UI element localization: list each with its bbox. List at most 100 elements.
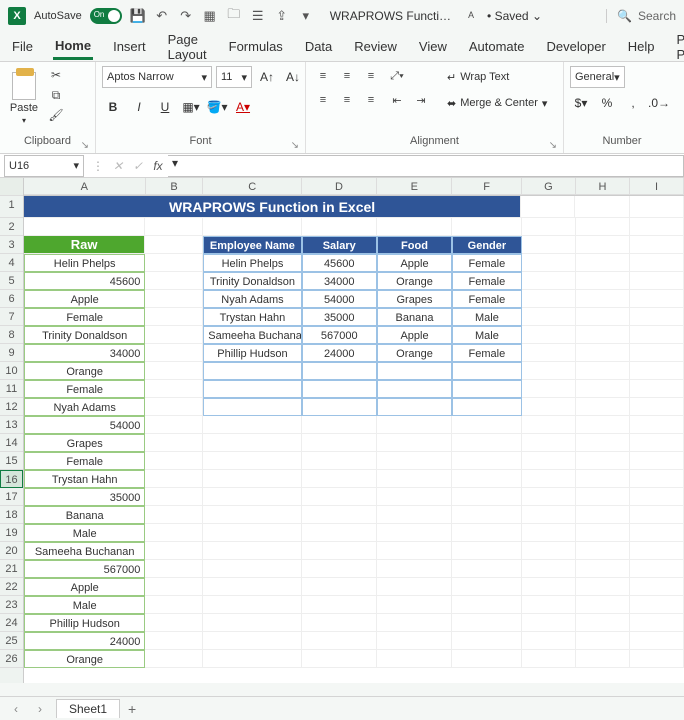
sheet-tab[interactable]: Sheet1: [56, 699, 120, 718]
font-size-select[interactable]: 11▾: [216, 66, 252, 88]
cell[interactable]: [145, 380, 203, 398]
col-header[interactable]: H: [576, 178, 630, 195]
cell[interactable]: [522, 218, 576, 236]
share-icon[interactable]: ⇪: [274, 8, 290, 24]
cell[interactable]: [576, 650, 630, 668]
cell[interactable]: 35000: [302, 308, 377, 326]
cell[interactable]: [452, 524, 521, 542]
cell[interactable]: [145, 254, 203, 272]
cell[interactable]: [145, 632, 203, 650]
formula-input[interactable]: ▾: [168, 155, 684, 177]
cell[interactable]: [576, 506, 630, 524]
increase-decimal-icon[interactable]: .0→: [648, 92, 670, 114]
cell[interactable]: 54000: [24, 416, 145, 434]
cell[interactable]: [452, 416, 521, 434]
cell[interactable]: [145, 470, 203, 488]
cell[interactable]: Female: [452, 290, 522, 308]
cell[interactable]: [145, 542, 203, 560]
cell[interactable]: [576, 416, 630, 434]
cell[interactable]: Nyah Adams: [24, 398, 145, 416]
cell[interactable]: [576, 452, 630, 470]
cell[interactable]: [576, 596, 630, 614]
cell[interactable]: [452, 452, 521, 470]
autosave-toggle[interactable]: On: [90, 8, 122, 24]
cell[interactable]: Orange: [24, 650, 145, 668]
cell[interactable]: Trystan Hahn: [203, 308, 301, 326]
align-left-icon[interactable]: ≡: [312, 90, 334, 110]
cell[interactable]: [630, 308, 684, 326]
cell[interactable]: 34000: [24, 344, 145, 362]
grid-icon[interactable]: ▦: [202, 8, 218, 24]
filter-icon[interactable]: ☰: [250, 8, 266, 24]
cell[interactable]: [302, 560, 377, 578]
undo-icon[interactable]: ↶: [154, 8, 170, 24]
cell[interactable]: [302, 488, 377, 506]
cell[interactable]: Raw: [24, 236, 145, 254]
cell[interactable]: [377, 434, 452, 452]
cell[interactable]: [203, 596, 301, 614]
cell[interactable]: [522, 416, 576, 434]
cell[interactable]: [576, 254, 630, 272]
cell[interactable]: [576, 362, 630, 380]
cell[interactable]: [377, 218, 452, 236]
cell[interactable]: [630, 290, 684, 308]
cell[interactable]: [452, 578, 521, 596]
row-header[interactable]: 25: [0, 632, 23, 650]
cell[interactable]: [145, 236, 203, 254]
cell[interactable]: 567000: [302, 326, 377, 344]
cell[interactable]: [630, 614, 684, 632]
cell[interactable]: [203, 578, 301, 596]
cell[interactable]: [145, 362, 203, 380]
cell[interactable]: Grapes: [24, 434, 145, 452]
borders-icon[interactable]: ▦▾: [180, 96, 202, 118]
cell[interactable]: [630, 362, 684, 380]
cell[interactable]: [452, 488, 521, 506]
cell[interactable]: Orange: [24, 362, 145, 380]
cell[interactable]: Orange: [377, 272, 452, 290]
cell[interactable]: [575, 196, 629, 218]
cell[interactable]: [522, 398, 576, 416]
cell[interactable]: [522, 560, 576, 578]
cell[interactable]: 54000: [302, 290, 377, 308]
accounting-icon[interactable]: $▾: [570, 92, 592, 114]
cell[interactable]: [377, 380, 452, 398]
cell[interactable]: Apple: [24, 290, 145, 308]
row-header[interactable]: 26: [0, 650, 23, 668]
cell[interactable]: [630, 542, 684, 560]
cell[interactable]: [203, 650, 301, 668]
cell[interactable]: Male: [452, 308, 522, 326]
cell[interactable]: [576, 542, 630, 560]
cell[interactable]: Sameeha Buchanan: [203, 326, 301, 344]
cell[interactable]: Female: [452, 344, 522, 362]
cell[interactable]: [203, 218, 301, 236]
format-painter-icon[interactable]: 🖌: [46, 106, 66, 124]
cell[interactable]: [145, 578, 203, 596]
cell[interactable]: [522, 470, 576, 488]
cell[interactable]: [630, 326, 684, 344]
col-header[interactable]: I: [630, 178, 684, 195]
cell[interactable]: [576, 272, 630, 290]
cell[interactable]: [452, 632, 521, 650]
underline-button[interactable]: U: [154, 96, 176, 118]
cell[interactable]: [302, 524, 377, 542]
tab-automate[interactable]: Automate: [467, 35, 527, 58]
cell[interactable]: [522, 434, 576, 452]
cell[interactable]: [452, 434, 521, 452]
cell[interactable]: [377, 614, 452, 632]
saved-status[interactable]: • Saved ⌄: [487, 9, 542, 23]
cell[interactable]: [576, 470, 630, 488]
row-header[interactable]: 11: [0, 380, 23, 398]
cell[interactable]: [377, 488, 452, 506]
cell[interactable]: Nyah Adams: [203, 290, 301, 308]
tab-insert[interactable]: Insert: [111, 35, 148, 58]
cell[interactable]: [377, 506, 452, 524]
cell[interactable]: [302, 398, 377, 416]
cell[interactable]: [302, 218, 377, 236]
cell[interactable]: Employee Name: [203, 236, 301, 254]
col-header[interactable]: A: [24, 178, 146, 195]
cell[interactable]: [522, 452, 576, 470]
cell[interactable]: [302, 416, 377, 434]
cell[interactable]: Helin Phelps: [203, 254, 301, 272]
cell[interactable]: [576, 524, 630, 542]
cell[interactable]: [377, 470, 452, 488]
